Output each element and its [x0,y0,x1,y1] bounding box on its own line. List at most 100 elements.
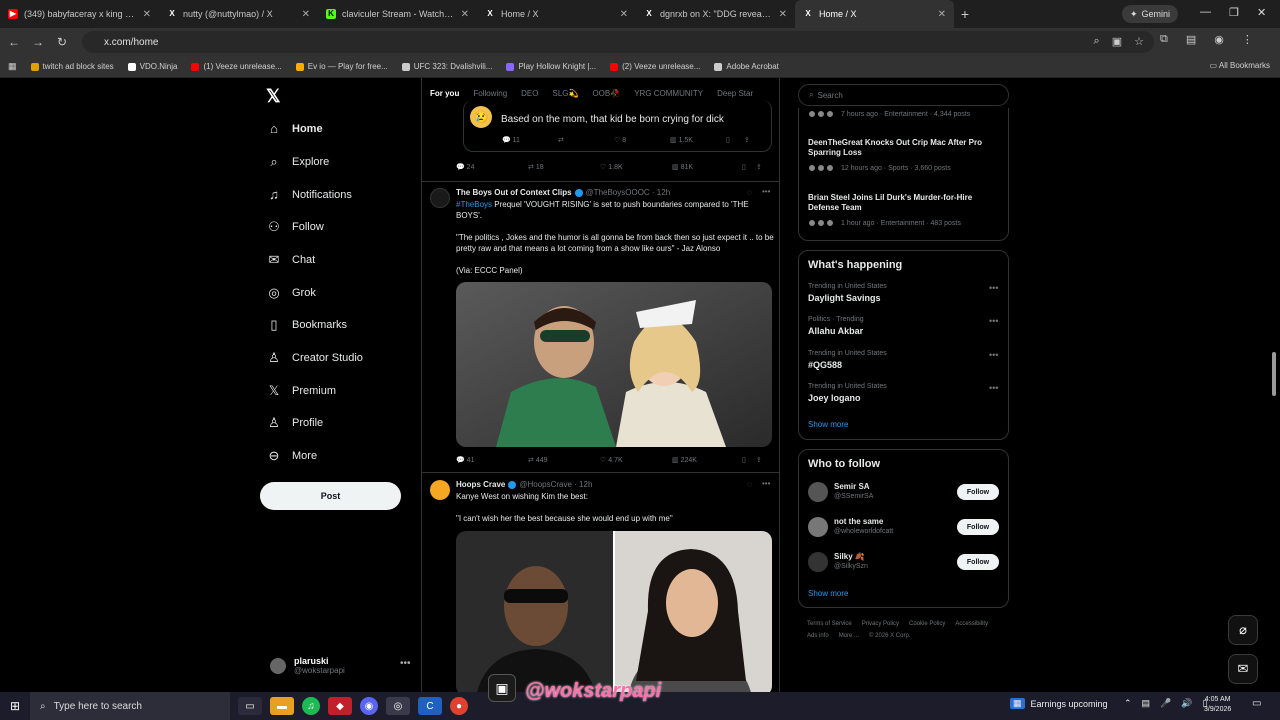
grok-icon[interactable]: ◌ [747,480,752,489]
bookmark-icon[interactable]: ▯ [742,163,746,171]
zoom-icon[interactable]: ⌕ [1094,35,1100,48]
follow-button[interactable]: Follow [957,519,999,535]
nav-bookmarks[interactable]: ▯ Bookmarks [266,317,347,333]
tweet-image[interactable] [456,531,772,692]
forward-icon[interactable]: → [26,35,50,49]
tweet-image[interactable] [456,282,772,447]
tab-following[interactable]: Following [473,89,507,98]
browser-tab[interactable]: X Home / X ✕ [477,0,636,28]
apps-icon[interactable]: ▦ [8,61,17,72]
close-icon[interactable]: ✕ [779,9,787,20]
tab-slg[interactable]: SLG💫 [552,89,578,98]
reload-icon[interactable]: ↻ [50,35,74,49]
avatar[interactable] [808,552,828,572]
nav-explore[interactable]: ⌕ Explore [266,154,329,170]
close-icon[interactable]: ✕ [620,9,628,20]
profile-icon[interactable]: ◉ [1214,33,1224,46]
views-button[interactable]: ▥ 224K [672,456,742,464]
network-icon[interactable]: ▤ [1142,698,1151,709]
minimize-icon[interactable]: — [1200,6,1211,18]
tab-deo[interactable]: DEO [521,89,538,98]
chrome-icon[interactable]: ● [450,697,468,715]
grok-icon[interactable]: ◌ [747,188,752,197]
chevron-up-icon[interactable]: ⌃ [1124,698,1132,709]
star-icon[interactable]: ☆ [1134,35,1144,48]
close-icon[interactable]: ✕ [143,9,151,20]
maximize-icon[interactable]: ❐ [1229,6,1239,19]
like-button[interactable]: ♡ 1.8K [600,163,672,171]
obs-icon[interactable]: ◎ [386,697,410,715]
close-window-icon[interactable]: ✕ [1257,6,1266,19]
close-icon[interactable]: ✕ [938,9,946,20]
like-button[interactable]: ♡ 4.7K [600,456,672,464]
follow-button[interactable]: Follow [957,554,999,570]
tab-yrg-community[interactable]: YRG COMMUNITY [634,89,703,98]
reply-button[interactable]: 💬 11 [502,136,558,144]
share-icon[interactable]: ⇪ [756,456,762,464]
follow-button[interactable]: Follow [957,484,999,500]
back-icon[interactable]: ← [2,35,26,49]
like-button[interactable]: ♡ 8 [614,136,670,144]
reply-button[interactable]: 💬 24 [456,163,528,171]
browser-tab-active[interactable]: X Home / X ✕ [795,0,954,28]
search-input[interactable]: ⌕ Search [798,84,1009,106]
file-explorer-icon[interactable]: ▬ [270,697,294,715]
extensions-icon[interactable]: ⧉ [1160,33,1168,46]
all-bookmarks[interactable]: ▭ All Bookmarks [1210,61,1270,70]
news-widget[interactable]: ▦ Earnings upcoming [1010,698,1108,709]
trend-item[interactable]: Daylight Savings [808,293,881,303]
bookmark-item[interactable]: (2) Veeze unrelease... [610,62,700,71]
more-dots-icon[interactable]: ••• [989,316,998,326]
nav-home[interactable]: ⌂ Home [266,121,323,136]
share-icon[interactable]: ⇪ [744,136,750,144]
show-more-link[interactable]: Show more [808,589,848,598]
bookmark-item[interactable]: (1) Veeze unrelease... [191,62,282,71]
nav-profile[interactable]: ♙ Profile [266,415,323,431]
mic-icon[interactable]: 🎤 [1160,698,1171,709]
browser-tab[interactable]: Xnutty (@nuttylmao) / X ✕ [159,0,318,28]
nav-creator-studio[interactable]: ♙ Creator Studio [266,350,363,366]
close-icon[interactable]: ✕ [302,9,310,20]
nav-chat[interactable]: ✉ Chat [266,252,316,268]
retweet-button[interactable]: ⇄ 449 [528,456,600,464]
volume-icon[interactable]: 🔊 [1181,698,1192,709]
nav-more[interactable]: ⊖ More [266,448,318,464]
nav-follow[interactable]: ⚇ Follow [266,219,324,235]
gemini-button[interactable]: ✦ Gemini [1122,5,1178,23]
cast-icon[interactable]: ▣ [1112,35,1122,48]
avatar[interactable] [808,482,828,502]
bookmark-item[interactable]: Adobe Acrobat [714,62,779,71]
bookmark-item[interactable]: UFC 323: Dvalishvili... [401,62,492,71]
spotify-icon[interactable]: ♫ [302,697,320,715]
url-bar[interactable]: x.com/home ⌕ ▣ ☆ [82,31,1154,53]
more-dots-icon[interactable]: ••• [762,187,770,196]
show-more-link[interactable]: Show more [808,420,848,429]
x-logo-icon[interactable]: 𝕏 [266,86,281,107]
more-dots-icon[interactable]: ••• [762,479,770,488]
trend-item[interactable]: Allahu Akbar [808,326,863,336]
windows-start-icon[interactable]: ⊞ [0,699,30,713]
bookmark-item[interactable]: Play Hollow Knight |... [506,62,596,71]
tweet-author[interactable]: Hoops Crave @HoopsCrave · 12h [456,480,592,489]
bookmark-item[interactable]: twitch ad block sites [30,62,114,71]
views-button[interactable]: ▥ 1.5K [670,136,726,144]
taskbar-search[interactable]: ⌕ Type here to search [30,692,230,720]
avatar[interactable] [430,188,450,208]
tab-deep-star[interactable]: Deep Star [717,89,753,98]
close-icon[interactable]: ✕ [461,9,469,20]
account-switcher[interactable]: plaruski @wokstarpapi ••• [270,656,411,675]
tab-oob[interactable]: OOB🥀 [592,89,620,98]
grok-float-icon[interactable]: ⌀ [1228,615,1258,645]
post-button[interactable]: Post [260,482,401,510]
avatar[interactable] [430,480,450,500]
more-dots-icon[interactable]: ••• [400,658,411,669]
tab-for-you[interactable]: For you [430,89,459,98]
system-clock[interactable]: 4:05 AM 3/9/2026 [1204,695,1231,715]
tweet-author[interactable]: The Boys Out of Context Clips @TheBoysOOO… [456,188,670,197]
quoted-tweet[interactable]: 😢 Based on the mom, that kid be born cry… [463,100,772,152]
app-icon[interactable]: ◆ [328,697,352,715]
reply-button[interactable]: 💬 41 [456,456,528,464]
discord-icon[interactable]: ◉ [360,697,378,715]
app-icon[interactable]: C [418,697,442,715]
hashtag-link[interactable]: #TheBoys [456,200,492,209]
